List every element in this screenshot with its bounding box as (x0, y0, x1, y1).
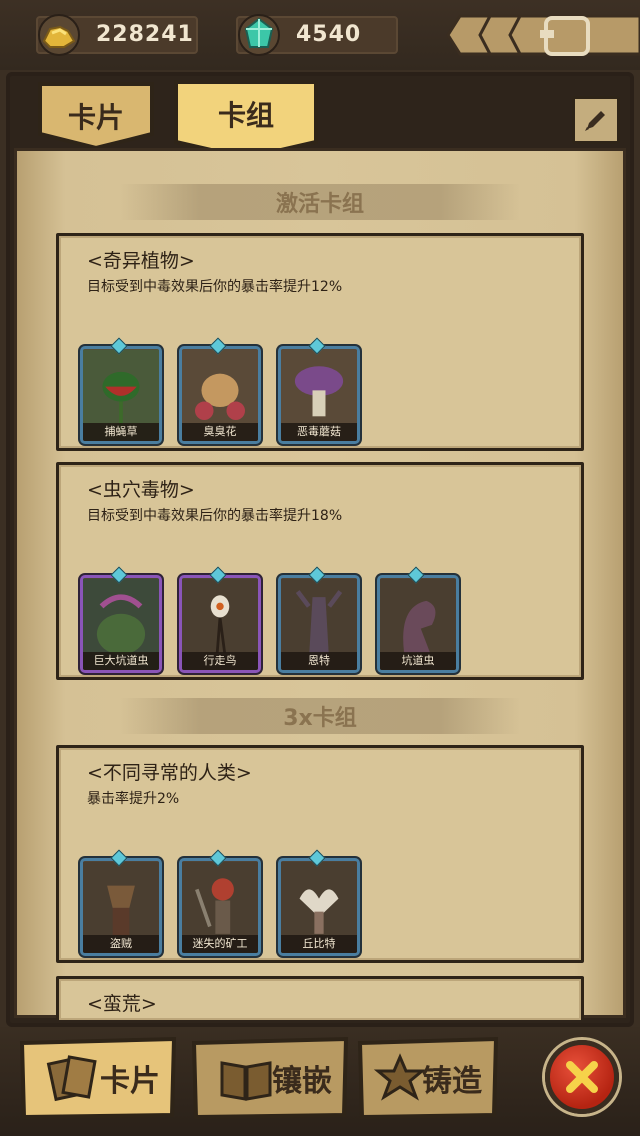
bottom-tab-inlay-label: 镶嵌 (272, 1064, 332, 1099)
card-name: 坑道虫 (380, 652, 456, 670)
section-active-banner: 激活卡组 (120, 184, 520, 220)
card-name: 臭臭花 (182, 423, 258, 441)
card-name: 恶毒蘑菇 (281, 423, 357, 441)
tab-cards[interactable]: 卡片 (36, 80, 156, 152)
top-bar: 228241 4540 (0, 0, 640, 70)
deck-set-name: <蛮荒> (87, 993, 157, 1015)
card-lost-miner[interactable]: 迷失的矿工 (179, 858, 261, 956)
gem-icon (234, 12, 284, 58)
card-name: 丘比特 (281, 935, 357, 953)
cards-icon (46, 1055, 97, 1102)
close-button[interactable] (545, 1040, 619, 1114)
gold-amount: 228241 (96, 22, 194, 47)
deck-set[interactable]: <蛮荒> (56, 976, 584, 1020)
card-name: 恩特 (281, 652, 357, 670)
gold-icon (34, 12, 84, 58)
deck-set[interactable]: <奇异植物> 目标受到中毒效果后你的暴击率提升12% 捕蝇草 臭臭花 恶毒蘑菇 (56, 233, 584, 451)
book-icon (220, 1061, 272, 1101)
deck-set-desc: 目标受到中毒效果后你的暴击率提升12% (87, 279, 343, 295)
bottom-tab-cards[interactable]: 卡片 (18, 1035, 178, 1121)
card-name: 捕蝇草 (83, 423, 159, 441)
bottom-tab-cards-label: 卡片 (100, 1064, 160, 1099)
card-walking-bird[interactable]: 行走鸟 (179, 575, 261, 673)
card-thief[interactable]: 盗贼 (80, 858, 162, 956)
top-flags-decoration (440, 10, 640, 60)
gem-counter: 4540 (236, 14, 398, 56)
card-tunnel-worm[interactable]: 坑道虫 (377, 575, 459, 673)
edit-button[interactable] (572, 96, 620, 144)
forge-icon (373, 1053, 427, 1101)
card-stinkflower[interactable]: 臭臭花 (179, 346, 261, 444)
tab-cards-label: 卡片 (67, 101, 124, 134)
card-poison-mushroom[interactable]: 恶毒蘑菇 (278, 346, 360, 444)
deck-set-name: <不同寻常的人类> (87, 762, 252, 784)
deck-set[interactable]: <虫穴毒物> 目标受到中毒效果后你的暴击率提升18% 巨大坑道虫 行走鸟 恩特 … (56, 462, 584, 680)
section-triple-banner: 3x卡组 (120, 698, 520, 734)
pencil-icon (585, 111, 605, 131)
card-ent[interactable]: 恩特 (278, 575, 360, 673)
deck-set-desc: 暴击率提升2% (87, 791, 180, 807)
deck-set-name: <虫穴毒物> (87, 479, 195, 501)
card-giant-tunnel-worm[interactable]: 巨大坑道虫 (80, 575, 162, 673)
deck-set-name: <奇异植物> (87, 250, 195, 272)
section-triple-title: 3x卡组 (283, 706, 357, 731)
section-active-title: 激活卡组 (275, 192, 364, 217)
deck-set-desc: 目标受到中毒效果后你的暴击率提升18% (87, 508, 343, 524)
bottom-tab-forge[interactable]: 铸造 (356, 1035, 500, 1121)
bottom-tab-forge-label: 铸造 (422, 1064, 482, 1099)
card-name: 盗贼 (83, 935, 159, 953)
card-flytrap[interactable]: 捕蝇草 (80, 346, 162, 444)
gold-counter: 228241 (36, 14, 198, 56)
card-name: 巨大坑道虫 (83, 652, 159, 670)
tab-decks[interactable]: 卡组 (172, 78, 320, 161)
deck-set[interactable]: <不同寻常的人类> 暴击率提升2% 盗贼 迷失的矿工 丘比特 (56, 745, 584, 963)
close-icon (566, 1061, 598, 1093)
tab-decks-label: 卡组 (217, 99, 274, 132)
bottom-tab-inlay[interactable]: 镶嵌 (190, 1035, 350, 1121)
card-name: 迷失的矿工 (182, 935, 258, 953)
card-cupid[interactable]: 丘比特 (278, 858, 360, 956)
card-name: 行走鸟 (182, 652, 258, 670)
gem-amount: 4540 (296, 22, 362, 47)
